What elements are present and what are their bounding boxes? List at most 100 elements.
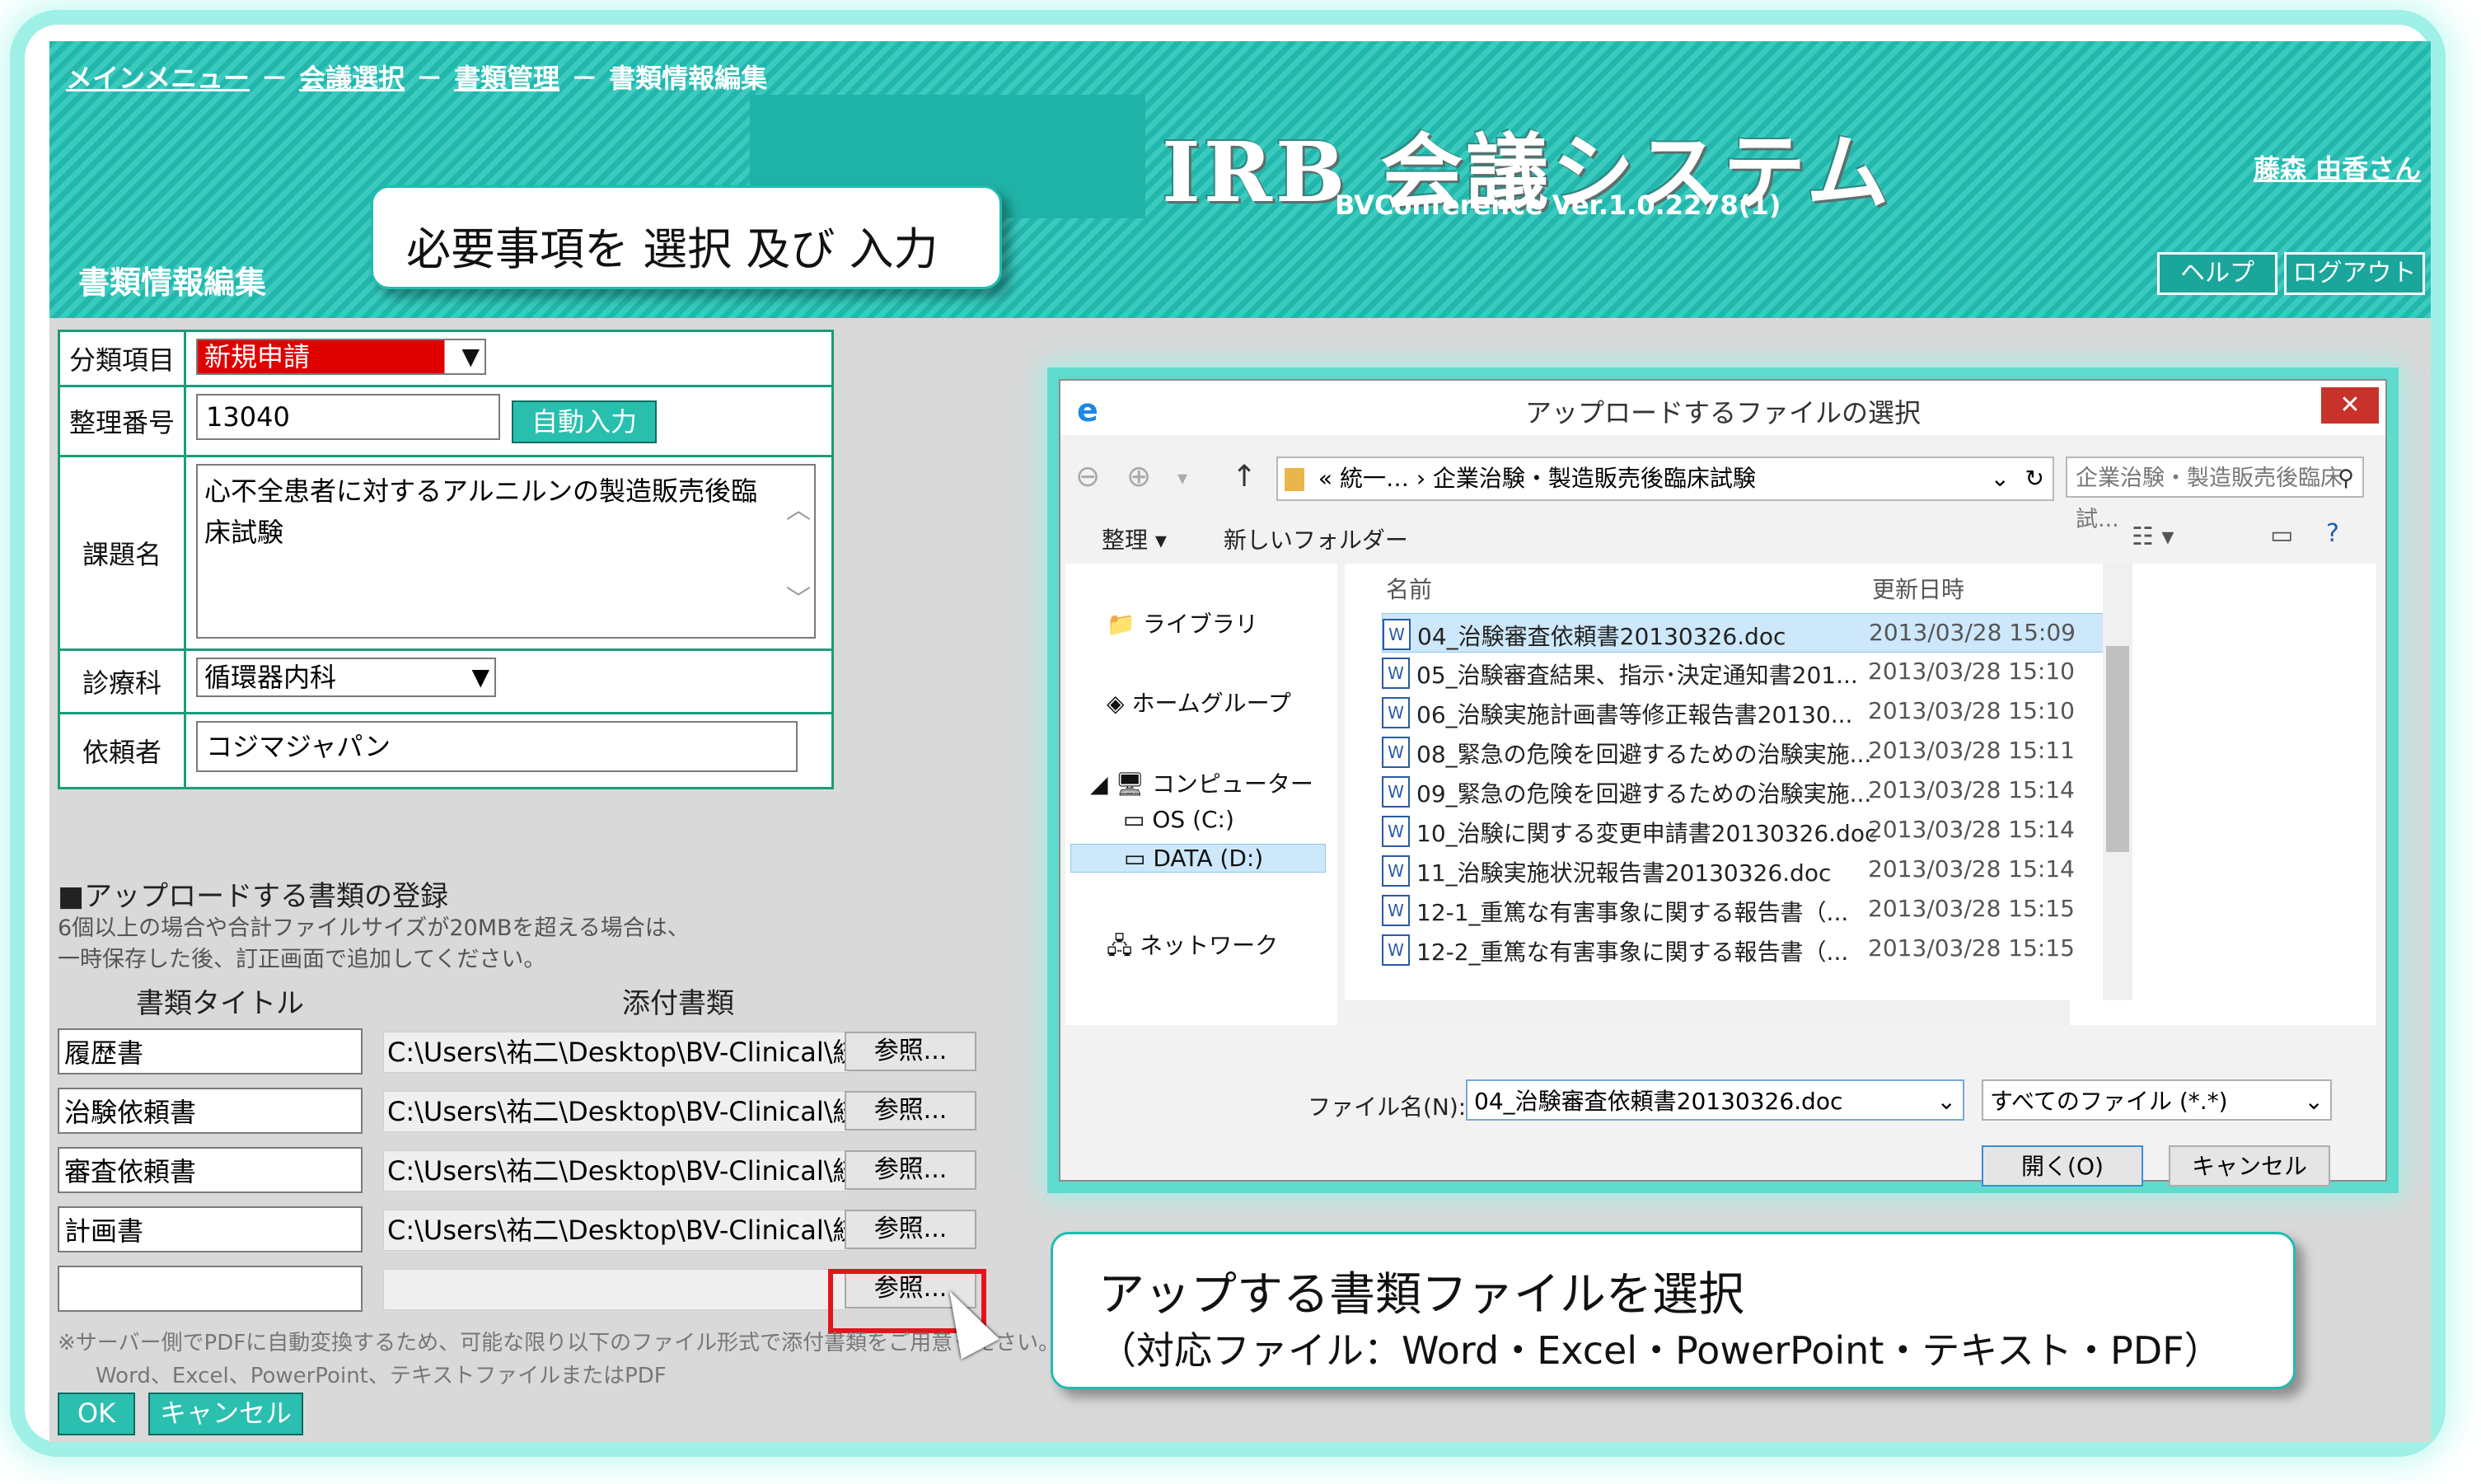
column-header-file: 添付書類 <box>622 987 734 1020</box>
view-options-icon[interactable]: ☷ ▾ <box>2132 522 2174 551</box>
dialog-cancel-button[interactable]: キャンセル <box>2169 1145 2330 1187</box>
nav-item-label: コンピューター <box>1151 770 1313 798</box>
scroll-down-icon[interactable]: ﹀ <box>786 579 811 620</box>
nav-item-network[interactable]: 🖧 ネットワーク <box>1107 928 1278 968</box>
word-file-icon: W <box>1382 776 1410 808</box>
file-row[interactable]: W 12-1_重篤な有害事象に関する報告書（... 2013/03/28 15:… <box>1382 890 2107 928</box>
nav-item-computer[interactable]: ◢ 🖥 コンピューター <box>1090 766 1313 799</box>
document-title-input[interactable]: 計画書 <box>58 1206 363 1252</box>
back-arrow-icon[interactable]: ⊖ <box>1075 460 1100 494</box>
form-row-number: 整理番号 13040 自動入力 <box>60 387 831 457</box>
filename-input[interactable]: 04_治験審査依頼書20130326.doc ⌄ <box>1466 1079 1964 1121</box>
address-bar[interactable]: « 統一… › 企業治験・製造販売後臨床試験 ⌄ ↻ <box>1276 456 2054 501</box>
refresh-icon[interactable]: ↻ <box>2025 458 2044 499</box>
word-file-icon: W <box>1382 737 1410 768</box>
nav-item-data-drive[interactable]: ▭ DATA (D:) <box>1070 844 1326 873</box>
forward-arrow-icon[interactable]: ⊕ <box>1126 460 1151 494</box>
preview-pane-icon[interactable]: ▭ <box>2270 521 2293 550</box>
breadcrumb-link-meeting-select[interactable]: 会議選択 <box>299 63 405 94</box>
document-title-input[interactable]: 治験依頼書 <box>58 1088 363 1134</box>
document-title-input[interactable]: 履歴書 <box>58 1028 363 1074</box>
number-input[interactable]: 13040 <box>196 394 500 440</box>
nav-item-homegroup[interactable]: ◈ ホームグループ <box>1107 686 1291 719</box>
requester-input[interactable]: コジマジャパン <box>196 721 798 772</box>
organize-menu[interactable]: 整理 ▾ <box>1102 527 1167 554</box>
auto-input-button[interactable]: 自動入力 <box>512 400 657 443</box>
new-folder-button[interactable]: 新しいフォルダー <box>1224 527 1408 554</box>
search-input[interactable]: 企業治験・製造販売後臨床試... ⚲ <box>2066 456 2364 532</box>
file-row[interactable]: W 04_治験審査依頼書20130326.doc 2013/03/28 15:0… <box>1382 613 2109 653</box>
department-label: 診療科 <box>60 651 186 712</box>
help-icon[interactable]: ? <box>2326 519 2339 548</box>
department-select[interactable]: 循環器内科 ▼ <box>196 658 496 697</box>
file-row[interactable]: W 09_緊急の危険を回避するための治験実施... 2013/03/28 15:… <box>1382 771 2107 809</box>
department-cell: 循環器内科 ▼ <box>186 651 831 712</box>
word-file-icon: W <box>1382 658 1410 689</box>
document-title-input[interactable] <box>58 1266 363 1312</box>
navigation-pane: 📁 ライブラリ ◈ ホームグループ ◢ 🖥 コンピューター ▭ OS (C:) … <box>1065 564 1337 1025</box>
up-arrow-icon[interactable]: ↑ <box>1232 460 1257 494</box>
category-select[interactable]: 新規申請 ▼ <box>196 339 486 375</box>
upload-note-line2: 一時保存した後、訂正画面で追加してください。 <box>58 947 546 972</box>
browse-button[interactable]: 参照... <box>845 1091 976 1131</box>
file-path-field[interactable]: C:\Users\祐二\Desktop\BV-Clinical\統一 <box>383 1032 850 1073</box>
ok-button[interactable]: OK <box>58 1393 135 1435</box>
file-name: 08_緊急の危険を回避するための治験実施... <box>1416 741 1872 768</box>
help-button[interactable]: ヘルプ <box>2157 252 2277 295</box>
filetype-select[interactable]: すべてのファイル (*.*) ⌄ <box>1982 1079 2332 1121</box>
column-header-date[interactable]: 更新日時 <box>1872 572 1964 605</box>
column-header-name[interactable]: 名前 <box>1386 572 1432 605</box>
file-row[interactable]: W 12-2_重篤な有害事象に関する報告書（... 2013/03/28 15:… <box>1382 929 2107 967</box>
nav-item-library[interactable]: 📁 ライブラリ <box>1107 606 1258 639</box>
browse-button[interactable]: 参照... <box>845 1150 976 1190</box>
subject-label: 課題名 <box>60 457 186 648</box>
logout-button[interactable]: ログアウト <box>2284 252 2425 295</box>
chevron-down-icon: ▼ <box>471 663 489 691</box>
file-name: 12-2_重篤な有害事象に関する報告書（... <box>1416 939 1849 966</box>
number-cell: 13040 自動入力 <box>186 387 831 455</box>
requester-label: 依頼者 <box>60 714 186 787</box>
browse-button[interactable]: 参照... <box>845 1210 976 1249</box>
word-file-icon: W <box>1382 855 1410 887</box>
chevron-down-icon[interactable]: ⌄ <box>1991 458 2010 499</box>
chevron-down-icon[interactable]: ⌄ <box>1937 1081 1956 1122</box>
file-path-field[interactable]: C:\Users\祐二\Desktop\BV-Clinical\統一 <box>383 1091 850 1132</box>
file-date: 2013/03/28 15:11 <box>1868 737 2075 764</box>
breadcrumb-link-main-menu[interactable]: メインメニュー <box>66 63 250 94</box>
callout-select-file-line1: アップする書類ファイルを選択 <box>1098 1268 1744 1322</box>
user-name-link[interactable]: 藤森 由香さん <box>2254 148 2421 186</box>
file-row[interactable]: W 05_治験審査結果、指示･決定通知書201... 2013/03/28 15… <box>1382 653 2107 691</box>
document-info-form: 分類項目 新規申請 ▼ 整理番号 13040 自動入力 課題名 心不全患者に対す… <box>58 330 834 789</box>
file-list: 名前 更新日時 W 04_治験審査依頼書20130326.doc 2013/03… <box>1345 564 2376 1025</box>
file-path-field[interactable]: C:\Users\祐二\Desktop\BV-Clinical\統一 <box>383 1210 850 1251</box>
horizontal-scrollbar[interactable] <box>1345 1000 2070 1025</box>
scroll-up-icon[interactable]: ︿ <box>786 490 811 531</box>
file-row[interactable]: W 08_緊急の危険を回避するための治験実施... 2013/03/28 15:… <box>1382 732 2107 770</box>
browse-button[interactable]: 参照... <box>845 1032 976 1071</box>
file-path-field[interactable]: C:\Users\祐二\Desktop\BV-Clinical\統一 <box>383 1150 850 1191</box>
open-button[interactable]: 開く(O) <box>1982 1145 2143 1187</box>
category-select-value: 新規申請 <box>204 341 311 372</box>
callout-select-file: アップする書類ファイルを選択 （対応ファイル：Word・Excel・PowerP… <box>1051 1232 2296 1389</box>
file-path-field[interactable] <box>383 1269 850 1310</box>
file-row[interactable]: W 10_治験に関する変更申請書20130326.doc 2013/03/28 … <box>1382 811 2107 849</box>
breadcrumb-link-document-management[interactable]: 書類管理 <box>454 63 559 94</box>
file-name: 12-1_重篤な有害事象に関する報告書（... <box>1416 899 1849 926</box>
document-title-input[interactable]: 審査依頼書 <box>58 1147 363 1193</box>
file-name: 10_治験に関する変更申請書20130326.doc <box>1416 820 1878 847</box>
subject-textarea[interactable]: 心不全患者に対するアルニルンの製造販売後臨床試験 ︿ ﹀ <box>196 464 816 639</box>
file-row[interactable]: W 11_治験実施状況報告書20130326.doc 2013/03/28 15… <box>1382 850 2107 888</box>
nav-item-os-drive[interactable]: ▭ OS (C:) <box>1123 806 1234 833</box>
subject-cell: 心不全患者に対するアルニルンの製造販売後臨床試験 ︿ ﹀ <box>186 457 831 648</box>
file-open-dialog: e アップロードするファイルの選択 ✕ ⊖ ⊕ ▾ ↑ « 統一… › 企業治験… <box>1059 379 2387 1187</box>
file-row[interactable]: W 06_治験実施計画書等修正報告書20130... 2013/03/28 15… <box>1382 692 2107 730</box>
vertical-scrollbar[interactable] <box>2103 564 2132 1000</box>
dialog-title: アップロードするファイルの選択 <box>1524 397 1921 428</box>
form-row-requester: 依頼者 コジマジャパン <box>60 714 831 787</box>
filename-label: ファイル名(N): <box>1308 1093 1467 1121</box>
nav-item-label: DATA (D:) <box>1153 845 1264 872</box>
chevron-down-icon[interactable]: ▾ <box>1177 466 1187 489</box>
cancel-button[interactable]: キャンセル <box>148 1393 303 1435</box>
scrollbar-thumb[interactable] <box>2106 646 2129 852</box>
close-button[interactable]: ✕ <box>2321 387 2379 424</box>
